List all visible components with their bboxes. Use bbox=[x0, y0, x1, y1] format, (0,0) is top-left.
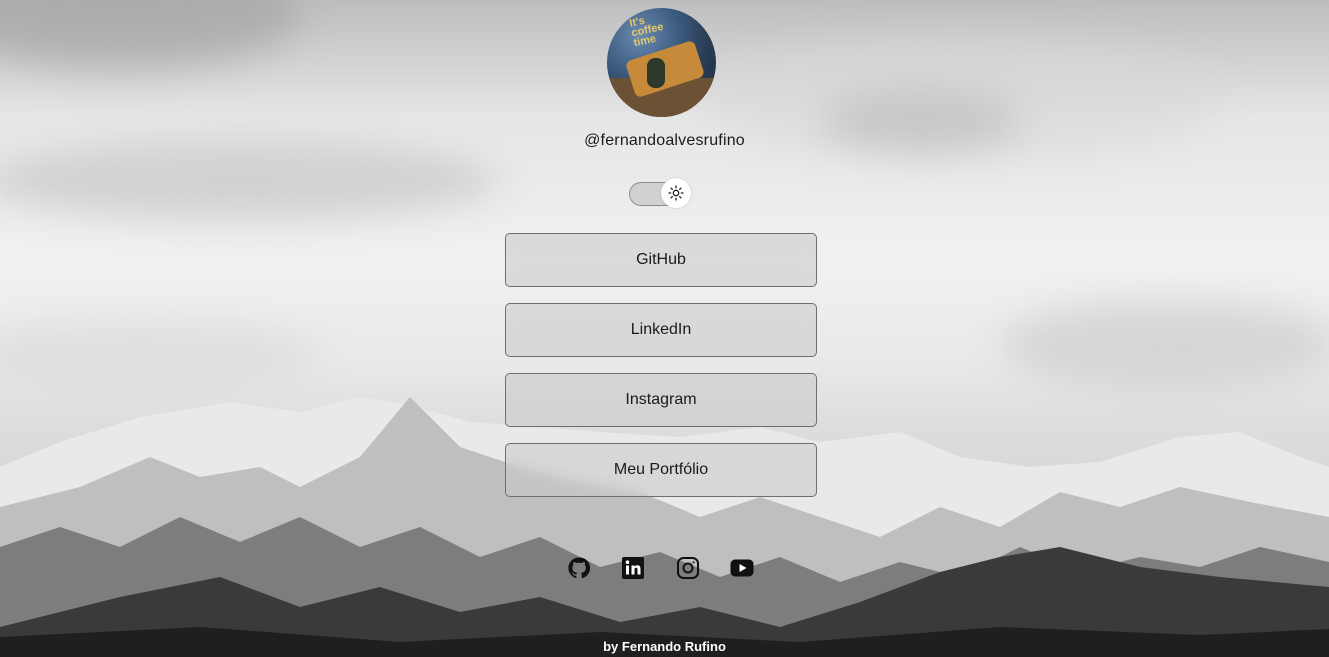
avatar-person bbox=[647, 58, 665, 88]
github-icon[interactable] bbox=[567, 556, 591, 580]
cloud bbox=[0, 0, 300, 70]
instagram-icon[interactable] bbox=[676, 556, 700, 580]
username: @fernandoalvesrufino bbox=[584, 132, 745, 149]
footer-credit: by Fernando Rufino bbox=[603, 639, 726, 654]
social-icons bbox=[566, 556, 766, 582]
cloud bbox=[1000, 300, 1329, 390]
youtube-icon[interactable] bbox=[730, 556, 754, 580]
avatar-sign: It's coffee time bbox=[628, 14, 665, 50]
github-link-button[interactable]: GitHub bbox=[505, 233, 817, 287]
portfolio-link-button[interactable]: Meu Portfólio bbox=[505, 443, 817, 497]
linkedin-link-button[interactable]: LinkedIn bbox=[505, 303, 817, 357]
link-list: GitHub LinkedIn Instagram Meu Portfólio bbox=[505, 233, 817, 513]
linkedin-icon[interactable] bbox=[621, 556, 645, 580]
cloud bbox=[0, 320, 320, 390]
cloud bbox=[0, 140, 500, 220]
avatar: It's coffee time bbox=[607, 8, 716, 117]
toggle-knob bbox=[661, 178, 691, 208]
sun-icon bbox=[668, 185, 684, 201]
theme-toggle[interactable] bbox=[629, 178, 693, 209]
instagram-link-button[interactable]: Instagram bbox=[505, 373, 817, 427]
